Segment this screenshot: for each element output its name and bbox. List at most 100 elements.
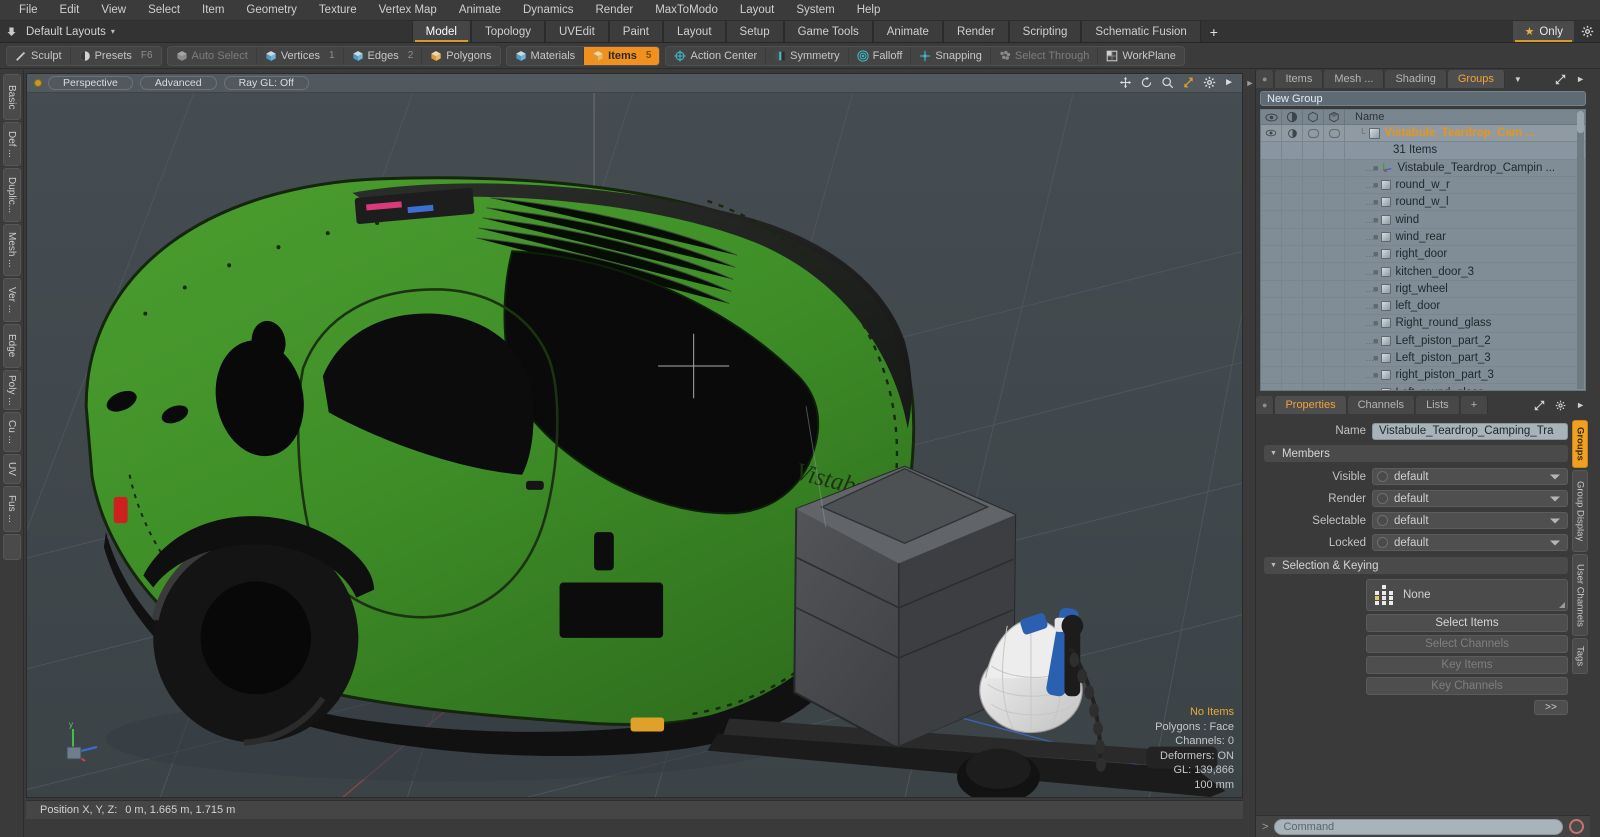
properties-tab-lists[interactable]: Lists (1416, 396, 1460, 414)
selection-set-dropdown[interactable]: None (1366, 579, 1568, 611)
properties-tab-channels[interactable]: Channels (1347, 396, 1416, 414)
tree-row[interactable]: …■ Right_round_glass (1261, 315, 1585, 333)
dropdown-visible[interactable]: default (1372, 468, 1568, 485)
row-col-2[interactable] (1303, 349, 1324, 367)
layout-tab-topology[interactable]: Topology (470, 21, 545, 42)
zoom-icon[interactable] (1161, 76, 1174, 91)
menu-item-edit[interactable]: Edit (49, 2, 91, 18)
3d-viewport[interactable]: Perspective Advanced Ray GL: Off ► Vista… (26, 73, 1243, 798)
tool-sculpt-button[interactable]: Sculpt (7, 46, 71, 65)
tree-row[interactable]: …■ wind (1261, 211, 1585, 229)
row-col-3[interactable] (1324, 125, 1345, 142)
left-tab-duplic[interactable]: Duplic... (2, 168, 21, 222)
menu-item-view[interactable]: View (90, 2, 137, 18)
tree-row[interactable]: …■ round_w_l (1261, 194, 1585, 212)
tool-action-center-button[interactable]: Action Center (666, 46, 767, 65)
row-col-1[interactable] (1282, 349, 1303, 367)
gear-icon[interactable] (1550, 396, 1571, 414)
left-tab-poly[interactable]: Poly ... (2, 370, 21, 410)
row-col-3[interactable] (1324, 332, 1345, 349)
tree-row[interactable]: …■ Left_round_glass (1261, 384, 1585, 390)
select-items-button[interactable]: Select Items (1366, 614, 1568, 632)
row-col-2[interactable] (1303, 159, 1324, 176)
row-col-3[interactable] (1324, 280, 1345, 297)
fit-icon[interactable] (1182, 76, 1195, 91)
tool-symmetry-button[interactable]: Symmetry (766, 46, 849, 65)
layout-tab-model[interactable]: Model (411, 21, 471, 42)
row-col-1[interactable] (1282, 142, 1303, 159)
row-col-1[interactable] (1282, 194, 1303, 211)
menu-item-item[interactable]: Item (191, 2, 235, 18)
row-col-2[interactable] (1303, 367, 1324, 384)
row-col-2[interactable] (1303, 263, 1324, 280)
row-col-3[interactable] (1324, 263, 1345, 280)
row-col-0[interactable] (1261, 367, 1282, 384)
row-col-2[interactable] (1303, 280, 1324, 297)
field-knob[interactable] (1377, 515, 1388, 526)
layout-tab-uvedit[interactable]: UVEdit (544, 21, 609, 42)
panel-menu-icon[interactable]: ● (1256, 70, 1275, 88)
menu-item-system[interactable]: System (785, 2, 845, 18)
row-col-1[interactable] (1282, 246, 1303, 263)
row-col-2[interactable] (1303, 176, 1324, 194)
tree-row[interactable]: …■ Left_piston_part_2 (1261, 332, 1585, 350)
record-icon[interactable] (1569, 819, 1584, 834)
row-col-0[interactable] (1261, 142, 1282, 159)
tree-row-root[interactable]: └ Vistabule_Teardrop_Cam ... (1261, 125, 1585, 143)
viewport-pill-advanced[interactable]: Advanced (139, 76, 217, 90)
properties-tab-properties[interactable]: Properties (1275, 396, 1347, 414)
row-col-1[interactable] (1282, 280, 1303, 297)
tool-vertices-button[interactable]: Vertices 1 (257, 46, 344, 65)
tree-row[interactable]: …■ left_door (1261, 297, 1585, 316)
layout-tab-layout[interactable]: Layout (663, 21, 726, 42)
tree-row[interactable]: …■ right_piston_part_3 (1261, 367, 1585, 385)
tool-falloff-button[interactable]: Falloff (849, 46, 912, 65)
selection-keying-section-header[interactable]: ▼ Selection & Keying (1264, 557, 1568, 574)
layout-tab-game-tools[interactable]: Game Tools (783, 21, 873, 42)
row-col-2[interactable] (1303, 194, 1324, 211)
only-toggle-button[interactable]: ★ Only (1513, 21, 1575, 42)
tree-row[interactable]: …■ right_door (1261, 246, 1585, 264)
dropdown-render[interactable]: default (1372, 490, 1568, 507)
gear-icon[interactable] (1203, 76, 1216, 91)
tree-row[interactable]: …■ round_w_r (1261, 176, 1585, 195)
properties-vtab-group-display[interactable]: Group Display (1572, 470, 1588, 552)
row-col-3[interactable] (1324, 349, 1345, 367)
tree-row[interactable]: …■ kitchen_door_3 (1261, 263, 1585, 281)
panel-tab-groups[interactable]: Groups (1447, 70, 1505, 88)
row-col-3[interactable] (1324, 211, 1345, 228)
row-col-1[interactable] (1282, 228, 1303, 246)
expand-icon[interactable] (1550, 70, 1571, 88)
expand-icon[interactable] (1529, 396, 1550, 414)
row-col-0[interactable] (1261, 159, 1282, 176)
row-col-2[interactable] (1303, 211, 1324, 228)
panel-tab-shading[interactable]: Shading (1385, 70, 1447, 88)
move-icon[interactable] (1119, 76, 1132, 91)
tree-row[interactable]: …■ wind_rear (1261, 228, 1585, 247)
row-col-1[interactable] (1282, 384, 1303, 390)
add-layout-tab-button[interactable]: + (1200, 21, 1227, 42)
left-tab-edge[interactable]: Edge (2, 324, 21, 368)
row-col-0[interactable] (1261, 384, 1282, 390)
menu-item-layout[interactable]: Layout (729, 2, 786, 18)
tool-auto-select-button[interactable]: Auto Select (168, 46, 257, 65)
row-col-1[interactable] (1282, 159, 1303, 176)
row-col-3[interactable] (1324, 297, 1345, 315)
field-knob[interactable] (1377, 471, 1388, 482)
menu-item-file[interactable]: File (8, 2, 49, 18)
left-tab-extra[interactable] (2, 534, 21, 560)
menu-item-select[interactable]: Select (137, 2, 191, 18)
row-col-1[interactable] (1282, 263, 1303, 280)
panel-tab-mesh[interactable]: Mesh ... (1324, 70, 1385, 88)
row-col-2[interactable] (1303, 125, 1324, 142)
dropdown-locked[interactable]: default (1372, 534, 1568, 551)
row-col-0[interactable] (1261, 125, 1282, 142)
tree-row[interactable]: …■ Left_piston_part_3 (1261, 349, 1585, 368)
layout-tab-scripting[interactable]: Scripting (1008, 21, 1082, 42)
row-col-1[interactable] (1282, 176, 1303, 194)
members-section-header[interactable]: ▼ Members (1264, 445, 1568, 462)
properties-vtab-tags[interactable]: Tags (1572, 638, 1588, 674)
row-col-2[interactable] (1303, 142, 1324, 159)
viewport-pill-perspective[interactable]: Perspective (48, 76, 133, 90)
left-tab-mesh[interactable]: Mesh ... (2, 224, 21, 276)
